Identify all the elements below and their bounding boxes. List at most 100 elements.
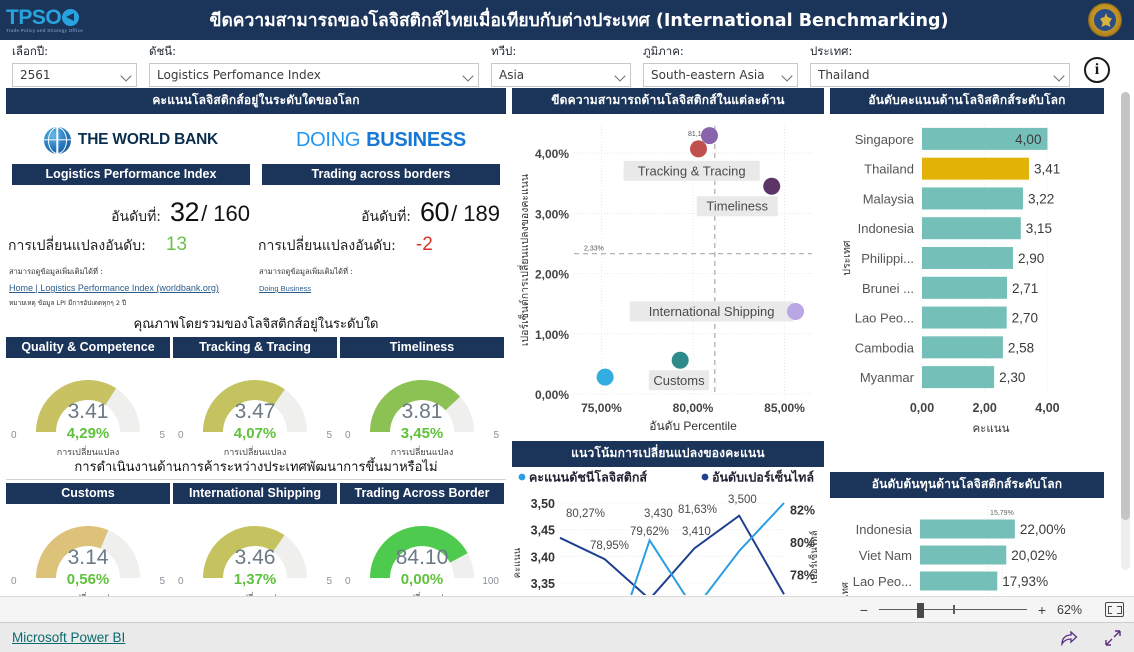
info-icon[interactable]: i [1084,57,1110,83]
svg-text:Singapore: Singapore [855,132,914,147]
lpi-source-link[interactable]: Home | Logistics Performance Index (worl… [9,283,219,293]
gauge-value: 3.47 [234,400,276,423]
globe-icon [43,126,71,154]
svg-text:Lao Peo...: Lao Peo... [853,574,912,589]
filter-index: ดัชนี: Logistics Perfomance Index [149,43,479,87]
gauge-delta-value: 4,07% [233,425,277,442]
gauge-quality-competence[interactable]: Quality & Competence 3.41 0 5 4,29% การเปลี่ย… [6,337,170,458]
svg-text:0,00: 0,00 [910,401,934,415]
microsoft-power-bi-link[interactable]: Microsoft Power BI [12,630,125,645]
chevron-down-icon [615,70,626,81]
powerbi-report: TPSO Trade Policy and Strategy Office ขี… [0,0,1134,652]
doing-business-logo-text-a: DOING [296,128,361,151]
gauge-title: Trading Across Border [340,483,504,504]
svg-text:International Shipping: International Shipping [649,304,775,319]
svg-text:4,00: 4,00 [1035,401,1059,415]
svg-text:3,15: 3,15 [1026,221,1052,236]
share-icon[interactable] [1060,629,1078,647]
filter-continent: ทวีป: Asia [491,43,631,87]
gauge-body: 3.41 0 5 4,29% การเปลี่ยนแปลง [6,362,170,458]
svg-text:3,430: 3,430 [644,508,673,520]
chevron-down-icon [1054,70,1065,81]
svg-text:3,00%: 3,00% [535,207,569,221]
filter-index-dropdown[interactable]: Logistics Perfomance Index [149,63,479,87]
tab-rank-total: / 189 [451,201,500,226]
gauge-delta-value: 3,45% [400,425,444,442]
tab-source-block: สามารถดูข้อมูลเพิ่มเติมได้ที่ : Doing Bu… [256,266,506,296]
right-column: อันดับคะแนนด้านโลจิสติกส์ระดับโลก 0,00 2,… [830,88,1104,652]
zoom-slider-tick [953,604,955,614]
svg-text:17,93%: 17,93% [1002,574,1048,589]
tab-source-label: สามารถดูข้อมูลเพิ่มเติมได้ที่ : [259,267,353,276]
quality-section-caption: คุณภาพโดยรวมของโลจิสติกส์อยู่ในระดับใด [133,317,379,332]
svg-text:2,58: 2,58 [1008,340,1034,355]
gauge-body: 3.14050,56%การเปลี่ยนแปลง [6,508,170,604]
gauge-tracking-tracing[interactable]: Tracking & Tracing 3.47 0 5 4,07% การเปลี่ยนแ… [173,337,337,458]
world-rank-panel: คะแนนโลจิสติกส์อยู่ในระดับใดของโลก THE W… [6,88,506,622]
gauge-value: 3.81 [401,400,443,423]
zoom-in-button[interactable]: + [1037,602,1047,618]
svg-text:79,62%: 79,62% [630,526,669,538]
scrollbar-thumb[interactable] [1121,92,1130,520]
filter-country-value: Thailand [818,68,870,82]
gauge-international-shipping[interactable]: International Shipping 3.46051,37%การเปลี… [173,483,337,604]
svg-text:Timeliness: Timeliness [706,199,768,214]
gauge-customs[interactable]: Customs 3.14050,56%การเปลี่ยนแปลง [6,483,170,604]
fullscreen-icon[interactable] [1104,629,1122,647]
lpi-change-row: การเปลี่ยนแปลงอันดับ: 13 [6,234,256,257]
svg-text:82%: 82% [790,504,815,518]
trend-line-chart[interactable]: คะแนนดัชนีโลจิสติกส์ อันดับเปอร์เซ็นไทล์ 3… [512,467,824,652]
filter-index-label: ดัชนี: [149,44,177,58]
svg-text:ประเทศ: ประเทศ [841,240,853,275]
zoom-slider-thumb[interactable] [917,602,924,618]
doing-business-logo-text-b: BUSINESS [366,128,466,151]
gauge-trading-across-border[interactable]: Trading Across Border 84.1001000,00%การเป… [340,483,504,604]
doing-business-logo: DOING BUSINESS [296,125,466,155]
filter-continent-label: ทวีป: [491,44,517,58]
svg-text:4,00: 4,00 [1015,132,1041,147]
svg-text:2,00: 2,00 [973,401,997,415]
gauge-timeliness[interactable]: Timeliness 3.81 0 5 3,45% การเปลี่ยนแปลง [340,337,504,458]
gauge-delta-value: 0,56% [66,571,110,588]
capability-scatter-chart[interactable]: 0,00% 1,00% 2,00% 3,00% 4,00% 75,00% 80,00% 85,… [512,114,824,436]
tab-source-link[interactable]: Doing Business [259,284,311,293]
lpi-change-label: การเปลี่ยนแปลงอันดับ: [8,238,146,254]
svg-text:78,95%: 78,95% [590,540,629,552]
svg-text:Customs: Customs [653,373,705,388]
filter-country-dropdown[interactable]: Thailand [810,63,1070,87]
filter-year-dropdown[interactable]: 2561 [12,63,137,87]
filter-continent-dropdown[interactable]: Asia [491,63,631,87]
svg-text:อันดับเปอร์เซ็นไทล์: อันดับเปอร์เซ็นไทล์ [712,470,814,485]
world-rank-panel-title: คะแนนโลจิสติกส์อยู่ในระดับใดของโลก [6,88,506,114]
svg-text:3,45: 3,45 [531,524,555,538]
score-rank-bar-chart[interactable]: 0,00 2,00 4,00 Singapore 4,00 Thailand 3,41 Mal… [830,114,1104,459]
gauge-title: Quality & Competence [6,337,170,358]
canvas-scrollbar[interactable] [1121,92,1130,570]
svg-text:Thailand: Thailand [864,162,914,177]
svg-text:80,27%: 80,27% [566,508,605,520]
filter-region-label: ภูมิภาค: [643,44,684,58]
fit-to-page-icon[interactable] [1105,602,1124,617]
tpso-arrow-icon [62,8,80,26]
svg-text:อันดับ Percentile: อันดับ Percentile [649,419,737,433]
svg-text:คะแนน: คะแนน [512,547,523,578]
svg-text:2,30: 2,30 [999,370,1025,385]
report-header: TPSO Trade Policy and Strategy Office ขี… [0,0,1134,40]
trade-section-caption: การดำเนินงานด้านการค้าระหว่างประเทศพัฒนา… [74,460,438,475]
filter-region-dropdown[interactable]: South-eastern Asia [643,63,798,87]
world-bank-logo: THE WORLD BANK [43,125,218,155]
lpi-source-label: สามารถดูข้อมูลเพิ่มเติมได้ที่ : [9,267,103,276]
svg-text:Indonesia: Indonesia [858,221,915,236]
filter-continent-value: Asia [499,68,525,82]
tab-change-row: การเปลี่ยนแปลงอันดับ: -2 [256,234,506,257]
zoom-slider[interactable] [879,602,1027,618]
lpi-rank-value: 32 [170,197,200,227]
svg-text:3,41: 3,41 [1034,162,1060,177]
svg-text:Cambodia: Cambodia [855,340,915,355]
filter-year: เลือกปี: 2561 [12,43,137,87]
svg-text:3,35: 3,35 [531,577,555,591]
filter-year-label: เลือกปี: [12,44,49,58]
svg-text:20,02%: 20,02% [1011,548,1057,563]
zoom-out-button[interactable]: − [859,602,869,618]
zoom-bar: − + 62% [0,596,1134,622]
